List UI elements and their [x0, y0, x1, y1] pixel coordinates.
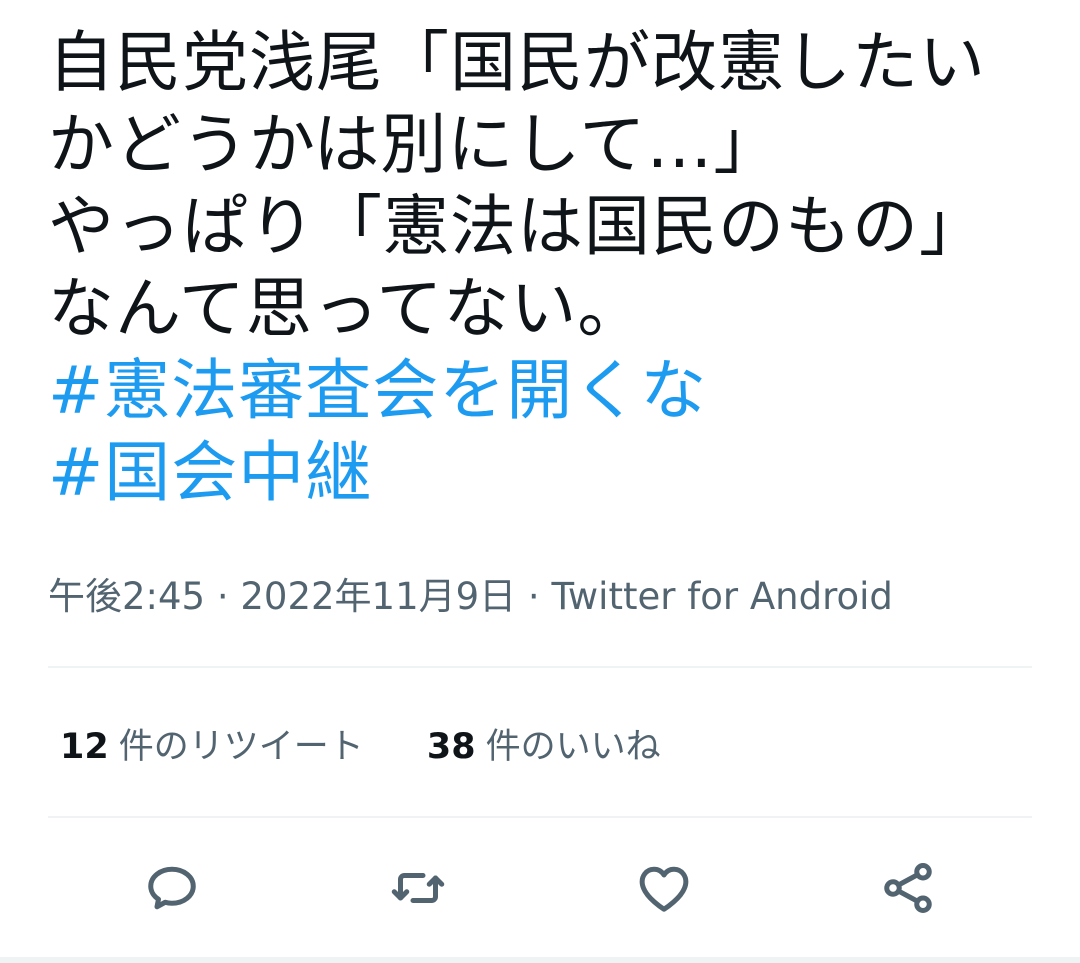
tweet-line: かどうかは別にして…」: [48, 106, 781, 183]
tweet-timestamp-source: 午後2:45 · 2022年11月9日 · Twitter for Androi…: [48, 575, 893, 618]
like-count-label: 件のいいね: [485, 727, 661, 767]
like-count: 38: [426, 727, 476, 767]
like-icon: [639, 866, 689, 912]
retweet-icon: [391, 873, 445, 903]
hashtag-link[interactable]: #憲法審査会を開くな: [48, 350, 1048, 432]
share-icon: [884, 863, 932, 913]
share-button[interactable]: [870, 850, 946, 926]
tweet-line: なんて思ってない。: [48, 270, 645, 347]
tweet-stats: 12 件のリツイート 38 件のいいね: [60, 718, 713, 769]
divider: [48, 666, 1032, 668]
retweet-count: 12: [60, 727, 109, 767]
retweet-count-link[interactable]: 12 件のリツイート: [60, 718, 364, 769]
tweet-text: 自民党浅尾「国民が改憲したい かどうかは別にして…」 やっぱり「憲法は国民のもの…: [48, 22, 1048, 514]
retweet-button[interactable]: [380, 850, 456, 926]
divider: [48, 816, 1032, 818]
like-count-link[interactable]: 38 件のいいね: [427, 718, 661, 769]
bottom-separator: [0, 957, 1080, 963]
like-button[interactable]: [626, 850, 702, 926]
retweet-count-label: 件のリツイート: [118, 727, 364, 767]
hashtag-link[interactable]: #国会中継: [48, 432, 1048, 514]
tweet-line: 自民党浅尾「国民が改憲したい: [48, 24, 986, 101]
tweet-line: やっぱり「憲法は国民のもの」: [48, 188, 986, 265]
reply-icon: [148, 866, 196, 910]
tweet-actions: [0, 850, 1080, 926]
reply-button[interactable]: [134, 850, 210, 926]
